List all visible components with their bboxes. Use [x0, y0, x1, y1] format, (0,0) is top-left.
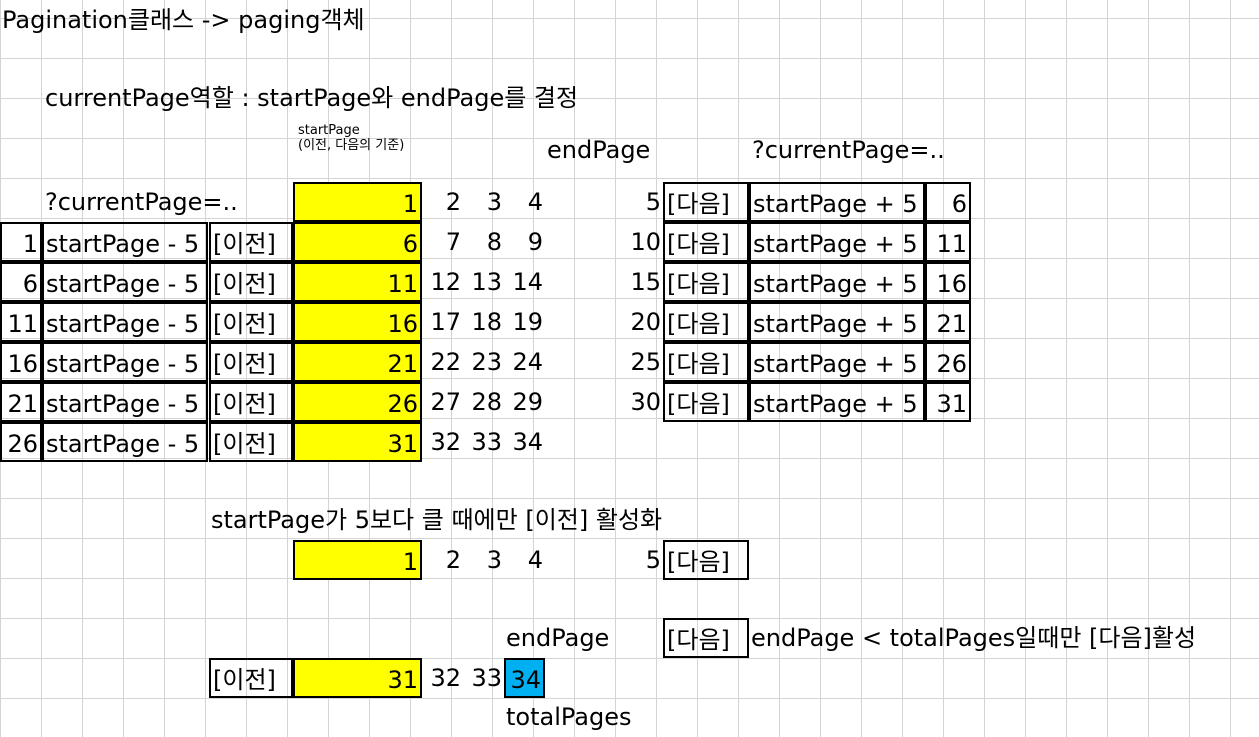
next-button[interactable]: [다음] — [663, 618, 749, 658]
page-number: 22 — [430, 348, 461, 376]
end-page-cell: 5 — [645, 546, 661, 574]
prev-button[interactable]: [이전] — [209, 262, 293, 302]
next-button[interactable]: [다음] — [663, 540, 749, 580]
start-page-cell: 6 — [293, 222, 422, 262]
page-number: 4 — [527, 546, 543, 574]
start-page-cell: 11 — [293, 262, 422, 302]
current-page-label: ?currentPage=.. — [45, 188, 238, 216]
end-page-header: endPage — [547, 136, 651, 164]
next-button[interactable]: [다음] — [663, 262, 749, 302]
page-number: 34 — [512, 428, 543, 456]
page-number: 3 — [486, 188, 502, 216]
total-pages-cell: 34 — [504, 658, 545, 698]
page-number: 9 — [527, 228, 543, 256]
next-target-value: 6 — [925, 182, 971, 222]
prev-button[interactable]: [이전] — [209, 382, 293, 422]
page-number: 27 — [430, 388, 461, 416]
prev-button[interactable]: [이전] — [209, 422, 293, 462]
page-number: 32 — [430, 664, 461, 692]
prev-formula: startPage - 5 — [42, 382, 208, 422]
prev-button[interactable]: [이전] — [209, 658, 293, 698]
next-button[interactable]: [다음] — [663, 182, 749, 222]
page-title: Pagination클래스 -> paging객체 — [2, 6, 365, 34]
start-page-cell: 16 — [293, 302, 422, 342]
start-page-cell: 1 — [293, 540, 422, 580]
prev-target-value: 21 — [0, 382, 42, 422]
page-number: 33 — [471, 428, 502, 456]
page-number: 2 — [445, 546, 461, 574]
end-page-cell: 25 — [630, 348, 661, 376]
start-page-cell: 31 — [293, 422, 422, 462]
prev-note: startPage가 5보다 클 때에만 [이전] 활성화 — [211, 506, 663, 534]
page-number: 17 — [430, 308, 461, 336]
example2-end-label: endPage — [506, 624, 610, 652]
start-page-cell: 21 — [293, 342, 422, 382]
prev-target-value: 16 — [0, 342, 42, 382]
next-formula: startPage + 5 — [749, 342, 925, 382]
prev-button[interactable]: [이전] — [209, 222, 293, 262]
page-number: 19 — [512, 308, 543, 336]
prev-target-value: 1 — [0, 222, 42, 262]
end-page-cell: 15 — [630, 268, 661, 296]
page-number: 8 — [486, 228, 502, 256]
page-number: 12 — [430, 268, 461, 296]
next-button[interactable]: [다음] — [663, 342, 749, 382]
prev-target-value: 26 — [0, 422, 42, 462]
prev-formula: startPage - 5 — [42, 422, 208, 462]
start-page-header: startPage (이전, 다음의 기준) — [298, 123, 405, 153]
start-page-cell: 26 — [293, 382, 422, 422]
prev-target-value: 11 — [0, 302, 42, 342]
next-formula: startPage + 5 — [749, 262, 925, 302]
next-target-value: 11 — [925, 222, 971, 262]
next-note: endPage < totalPages일때만 [다음]활성 — [751, 624, 1197, 652]
prev-formula: startPage - 5 — [42, 262, 208, 302]
page-number: 13 — [471, 268, 502, 296]
next-target-value: 31 — [925, 382, 971, 422]
page-number: 28 — [471, 388, 502, 416]
prev-formula: startPage - 5 — [42, 222, 208, 262]
prev-button[interactable]: [이전] — [209, 302, 293, 342]
next-formula: startPage + 5 — [749, 222, 925, 262]
total-pages-label: totalPages — [506, 703, 632, 731]
next-target-value: 16 — [925, 262, 971, 302]
next-button[interactable]: [다음] — [663, 302, 749, 342]
page-number: 32 — [430, 428, 461, 456]
spreadsheet: Pagination클래스 -> paging객체 currentPage역할 … — [0, 0, 1259, 735]
end-page-cell: 20 — [630, 308, 661, 336]
page-number: 33 — [471, 664, 502, 692]
prev-button[interactable]: [이전] — [209, 342, 293, 382]
end-page-cell: 10 — [630, 228, 661, 256]
end-page-cell: 5 — [645, 188, 661, 216]
page-number: 18 — [471, 308, 502, 336]
next-formula: startPage + 5 — [749, 182, 925, 222]
page-number: 4 — [527, 188, 543, 216]
next-button[interactable]: [다음] — [663, 222, 749, 262]
page-number: 2 — [445, 188, 461, 216]
next-button[interactable]: [다음] — [663, 382, 749, 422]
prev-formula: startPage - 5 — [42, 302, 208, 342]
page-number: 7 — [445, 228, 461, 256]
page-number: 24 — [512, 348, 543, 376]
page-number: 3 — [486, 546, 502, 574]
next-formula: startPage + 5 — [749, 382, 925, 422]
current-page-header: ?currentPage=.. — [752, 136, 945, 164]
next-target-value: 26 — [925, 342, 971, 382]
prev-target-value: 6 — [0, 262, 42, 302]
end-page-cell: 30 — [630, 388, 661, 416]
next-formula: startPage + 5 — [749, 302, 925, 342]
page-number: 23 — [471, 348, 502, 376]
start-page-cell: 31 — [293, 658, 422, 698]
next-target-value: 21 — [925, 302, 971, 342]
page-number: 14 — [512, 268, 543, 296]
prev-formula: startPage - 5 — [42, 342, 208, 382]
page-number: 29 — [512, 388, 543, 416]
start-page-cell: 1 — [293, 182, 422, 222]
subtitle: currentPage역할 : startPage와 endPage를 결정 — [45, 84, 579, 112]
